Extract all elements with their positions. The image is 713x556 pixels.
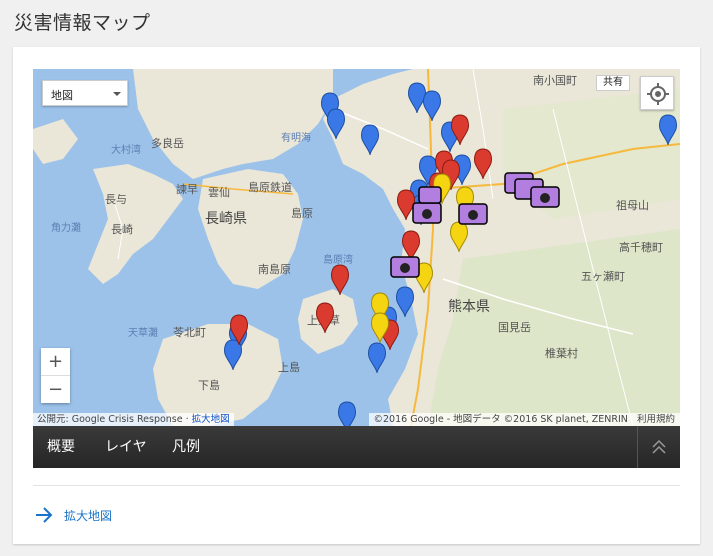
page-title: 災害情報マップ bbox=[14, 12, 151, 34]
share-button[interactable]: 共有 bbox=[596, 75, 630, 91]
disaster-map[interactable]: 長崎県 熊本県 雲仙 島原鉄道 島原 南島原 諫早 長与 長崎 大村湾 多良岳 … bbox=[33, 69, 680, 426]
pin-blue[interactable] bbox=[224, 82, 677, 426]
enlarge-map-label: 拡大地図 bbox=[64, 509, 113, 523]
map-copyright: ©2016 Google - 地図データ ©2016 SK planet, ZE… bbox=[368, 413, 680, 426]
map-type-label: 地図 bbox=[51, 89, 73, 102]
chevron-down-icon bbox=[113, 92, 121, 96]
pin-layer[interactable] bbox=[33, 69, 680, 426]
terms-link[interactable]: 利用規約 bbox=[637, 414, 675, 425]
map-type-selector[interactable]: 地図 bbox=[42, 80, 128, 106]
my-location-button[interactable] bbox=[640, 76, 674, 110]
zoom-control: + − bbox=[41, 348, 70, 403]
enlarge-map-link-small[interactable]: 拡大地図 bbox=[192, 414, 230, 425]
section-divider bbox=[33, 485, 680, 486]
arrow-right-icon bbox=[36, 507, 53, 523]
attribution-source: 公開元: Google Crisis Response bbox=[37, 414, 183, 425]
copyright-text: ©2016 Google - 地図データ ©2016 SK planet, ZE… bbox=[373, 414, 628, 425]
zoom-out-button[interactable]: − bbox=[41, 376, 70, 403]
collapse-panel-button[interactable] bbox=[638, 426, 680, 468]
map-tab-bar: 概要 レイヤ 凡例 bbox=[33, 426, 680, 468]
double-chevron-up-icon bbox=[652, 439, 666, 454]
tab-legend[interactable]: 凡例 bbox=[172, 426, 200, 468]
tab-overview[interactable]: 概要 bbox=[47, 426, 75, 468]
tab-layers[interactable]: レイヤ bbox=[105, 426, 147, 468]
map-attribution: 公開元: Google Crisis Response · 拡大地図 bbox=[33, 413, 234, 426]
crosshair-icon bbox=[647, 83, 669, 105]
zoom-in-button[interactable]: + bbox=[41, 348, 70, 375]
